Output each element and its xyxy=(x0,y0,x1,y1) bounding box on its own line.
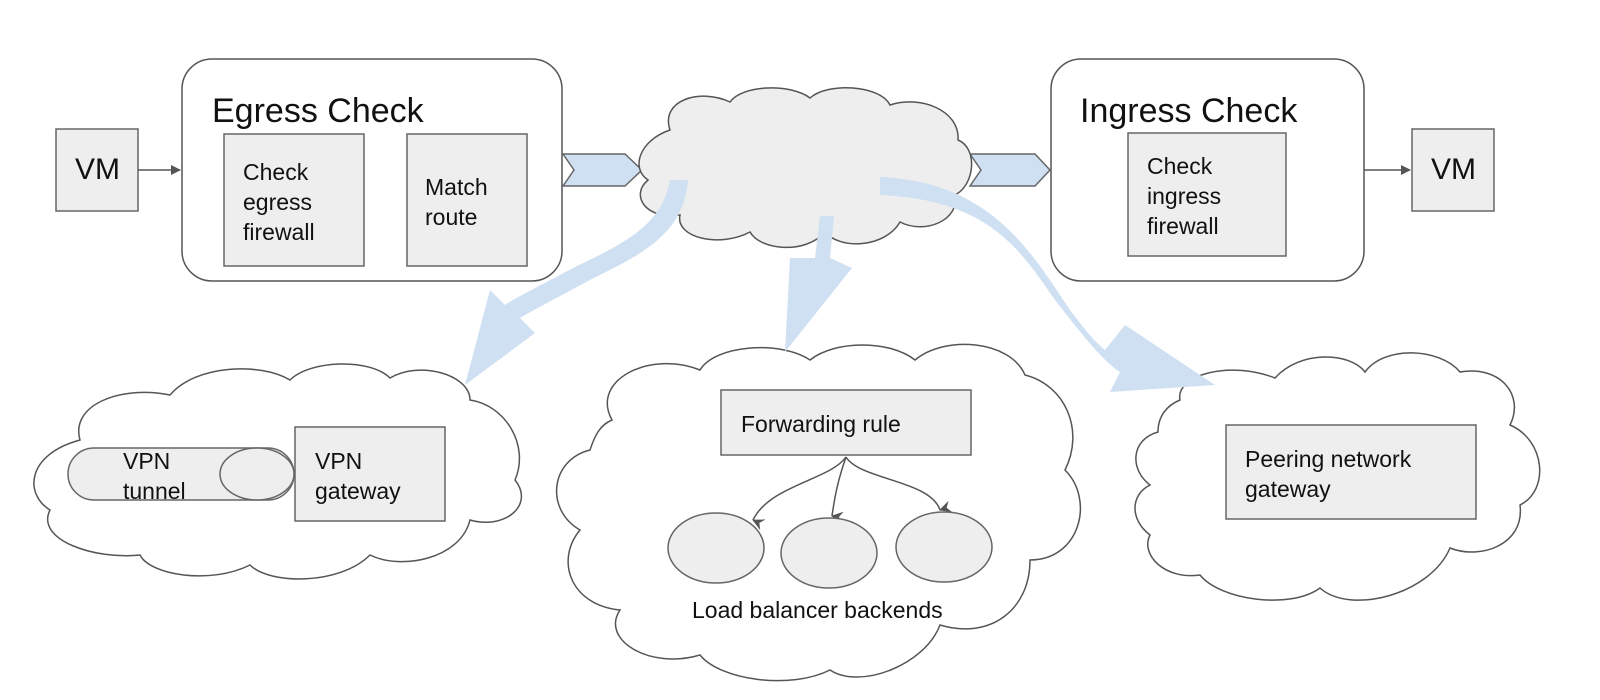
dest-vm-label: VM xyxy=(1431,153,1476,186)
network-cloud xyxy=(638,87,973,249)
lb-backend-2 xyxy=(780,517,878,589)
forwarding-rule-label: Forwarding rule xyxy=(741,411,901,437)
vpn-tunnel-label: VPN tunnel xyxy=(123,448,186,504)
ingress-check-title: Ingress Check xyxy=(1080,92,1298,130)
lb-backends-label: Load balancer backends xyxy=(692,597,943,623)
ingress-firewall-label: Check ingress firewall xyxy=(1147,153,1222,239)
egress-check-title: Egress Check xyxy=(212,92,424,130)
source-vm-label: VM xyxy=(75,153,120,186)
egress-chevron xyxy=(561,153,644,187)
egress-firewall-label: Check egress firewall xyxy=(243,159,315,245)
lb-backend-3 xyxy=(895,511,993,583)
match-route-label: Match route xyxy=(425,174,488,230)
vpn-gateway-label: VPN gateway xyxy=(315,448,401,504)
vpn-tunnel-end xyxy=(219,447,295,501)
peering-gateway-label: Peering network gateway xyxy=(1245,446,1412,502)
lb-backend-1 xyxy=(667,512,765,584)
ingress-chevron xyxy=(968,153,1052,187)
